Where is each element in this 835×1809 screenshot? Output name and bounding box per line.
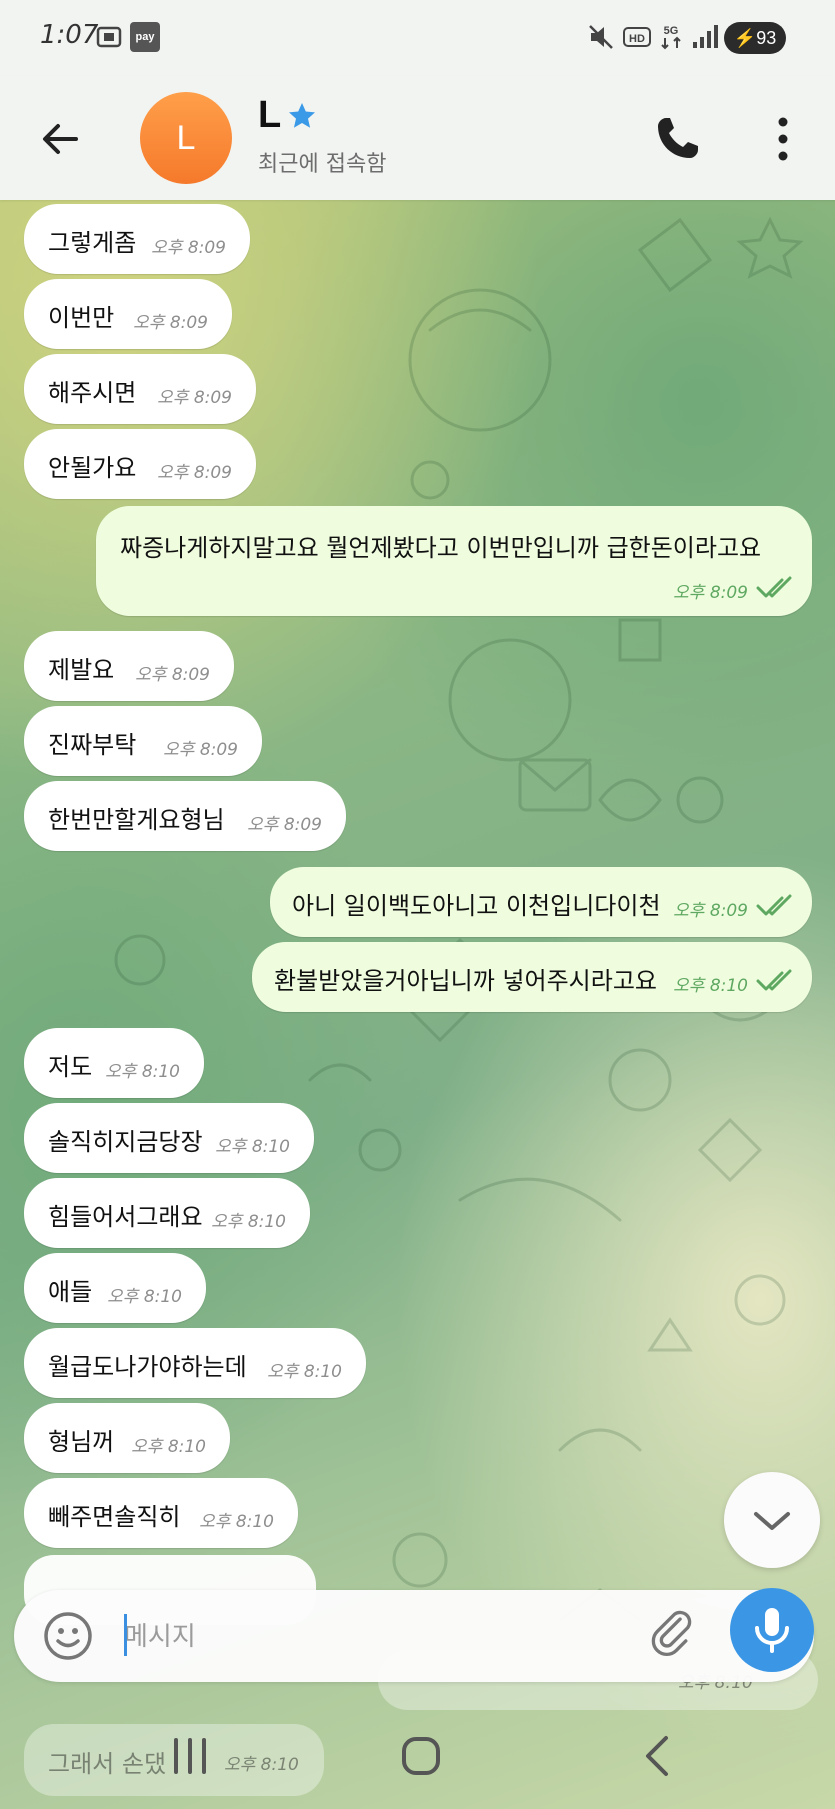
message-time: 오후 8:09 xyxy=(673,901,748,921)
message-text: 제발요 xyxy=(48,656,115,684)
message-text: 아니 일이백도아니고 이천입니다이천 xyxy=(292,892,661,920)
incoming-message[interactable]: 월급도나가야하는데 오후 8:10 xyxy=(24,1328,366,1398)
message-time: 오후 8:10 xyxy=(673,976,748,996)
message-text: 형님꺼 xyxy=(48,1428,115,1456)
message-text: 한번만할게요형님 xyxy=(48,806,225,834)
incoming-message[interactable]: 저도 오후 8:10 xyxy=(24,1028,204,1098)
phone-call-icon[interactable] xyxy=(652,112,704,164)
svg-text:5G: 5G xyxy=(664,25,679,37)
microphone-icon xyxy=(755,1608,789,1653)
contact-name[interactable]: L xyxy=(258,94,281,137)
incoming-message[interactable]: 형님꺼 오후 8:10 xyxy=(24,1403,230,1473)
back-nav-icon[interactable] xyxy=(630,1728,686,1784)
message-time: 오후 8:10 xyxy=(105,1062,180,1082)
premium-star-icon xyxy=(289,103,315,128)
message-text: 그렇게좀 xyxy=(48,229,137,257)
incoming-message[interactable]: 이번만 오후 8:09 xyxy=(24,279,232,349)
message-text: 애들 xyxy=(48,1278,93,1306)
outgoing-message[interactable]: 아니 일이백도아니고 이천입니다이천 오후 8:09 xyxy=(270,867,812,937)
incoming-message[interactable]: 애들 오후 8:10 xyxy=(24,1253,206,1323)
message-time: 오후 8:09 xyxy=(151,238,226,258)
hd-icon: HD xyxy=(623,27,651,47)
mute-icon xyxy=(589,25,613,49)
message-text: 빼주면솔직히 xyxy=(48,1503,181,1531)
chat-header: L L 최근에 접속함 xyxy=(0,76,835,200)
incoming-message[interactable]: 제발요 오후 8:09 xyxy=(24,631,234,701)
message-text: 진짜부탁 xyxy=(48,731,137,759)
voice-record-button[interactable] xyxy=(730,1588,814,1672)
5g-signal-icon: 5G xyxy=(661,25,681,50)
text-cursor xyxy=(124,1614,127,1656)
read-double-check-icon xyxy=(756,894,792,916)
status-time: 1:07 xyxy=(40,20,99,50)
incoming-message[interactable]: 힘들어서그래요 오후 8:10 xyxy=(24,1178,310,1248)
message-time: 오후 8:09 xyxy=(157,463,232,483)
message-time: 오후 8:09 xyxy=(673,583,748,603)
pay-icon: pay xyxy=(130,22,160,52)
message-composer xyxy=(14,1590,814,1682)
message-text: 월급도나가야하는데 xyxy=(48,1353,247,1381)
svg-text:HD: HD xyxy=(629,33,645,45)
incoming-message[interactable]: 그렇게좀 오후 8:09 xyxy=(24,204,250,274)
incoming-message[interactable]: 해주시면 오후 8:09 xyxy=(24,354,256,424)
message-text: 환불받았을거아닙니까 넣어주시라고요 xyxy=(274,967,657,995)
contact-avatar[interactable]: L xyxy=(140,92,232,184)
more-menu-icon[interactable] xyxy=(768,114,798,164)
message-text: 해주시면 xyxy=(48,379,137,407)
message-time: 오후 8:10 xyxy=(211,1212,286,1232)
message-time: 오후 8:09 xyxy=(247,815,322,835)
incoming-message[interactable]: 빼주면솔직히 오후 8:10 xyxy=(24,1478,298,1548)
message-time: 오후 8:09 xyxy=(133,313,208,333)
message-input[interactable] xyxy=(122,1614,546,1660)
message-text: 저도 xyxy=(48,1053,93,1081)
message-time: 오후 8:10 xyxy=(131,1437,206,1457)
message-time: 오후 8:09 xyxy=(157,388,232,408)
contact-last-seen: 최근에 접속함 xyxy=(258,152,387,177)
battery-level: 93 xyxy=(756,28,777,48)
incoming-message[interactable]: 솔직히지금당장 오후 8:10 xyxy=(24,1103,314,1173)
read-double-check-icon xyxy=(756,969,792,991)
recent-apps-icon[interactable] xyxy=(162,1728,218,1784)
battery-charging-icon: ⚡ xyxy=(733,28,757,48)
incoming-message[interactable]: 한번만할게요형님 오후 8:09 xyxy=(24,781,346,851)
signal-bars-icon xyxy=(693,25,718,48)
message-time: 오후 8:10 xyxy=(215,1137,290,1157)
message-text: 힘들어서그래요 xyxy=(48,1203,203,1231)
emoji-icon[interactable] xyxy=(42,1610,94,1662)
system-navigation-bar xyxy=(0,1700,835,1809)
message-time: 오후 8:09 xyxy=(163,740,238,760)
battery-indicator: ⚡93 xyxy=(724,22,786,54)
incoming-message[interactable]: 진짜부탁 오후 8:09 xyxy=(24,706,262,776)
paperclip-icon[interactable] xyxy=(648,1608,704,1664)
status-bar: 1:07 pay HD 5G ⚡93 xyxy=(0,0,835,76)
message-time: 오후 8:10 xyxy=(107,1287,182,1307)
outgoing-message[interactable]: 짜증나게하지말고요 뭘언제봤다고 이번만입니까 급한돈이라고요오후 8:09 xyxy=(96,506,812,616)
message-text: 짜증나게하지말고요 뭘언제봤다고 이번만입니까 급한돈이라고요 xyxy=(120,534,762,562)
home-icon[interactable] xyxy=(393,1728,449,1784)
message-time: 오후 8:10 xyxy=(199,1512,274,1532)
chevron-down-icon xyxy=(754,1512,790,1530)
scroll-to-bottom-button[interactable] xyxy=(724,1472,820,1568)
incoming-message[interactable]: 안될가요 오후 8:09 xyxy=(24,429,256,499)
outgoing-message[interactable]: 환불받았을거아닙니까 넣어주시라고요 오후 8:10 xyxy=(252,942,812,1012)
message-time: 오후 8:10 xyxy=(267,1362,342,1382)
message-time: 오후 8:09 xyxy=(135,665,210,685)
screenshot-icon xyxy=(96,26,122,48)
message-text: 솔직히지금당장 xyxy=(48,1128,203,1156)
back-arrow-icon[interactable] xyxy=(36,114,86,164)
read-double-check-icon xyxy=(756,576,792,598)
message-text: 안될가요 xyxy=(48,454,137,482)
message-text: 이번만 xyxy=(48,304,115,332)
